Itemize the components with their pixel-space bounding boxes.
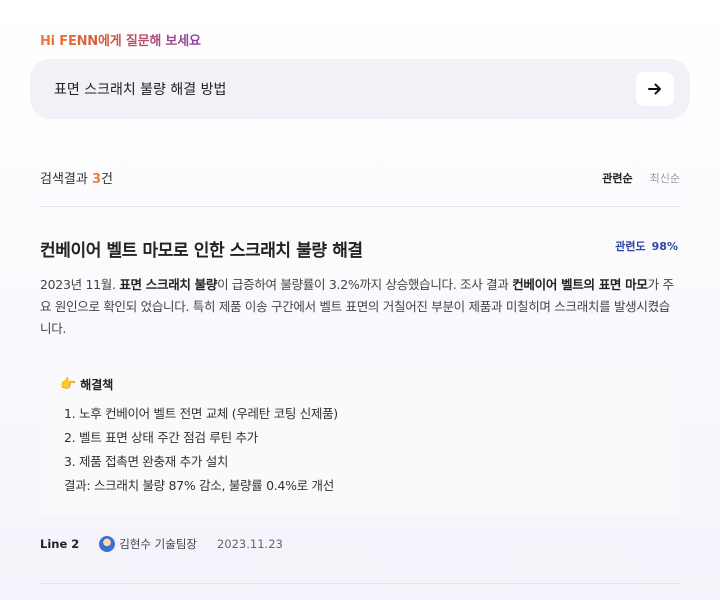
result-summary: 2023년 11월. 표면 스크래치 불량이 급증하여 불량률이 3.2%까지 … [40,274,680,340]
solution-box: 👉 해결책 1. 노후 컨베이어 벨트 전면 교체 (우레탄 코팅 신제품) 2… [40,356,680,516]
result-count: 검색결과 3건 [40,168,113,187]
solution-outcome: 결과: 스크래치 불량 87% 감소, 불량률 0.4%로 개선 [64,478,334,493]
avatar [99,536,116,552]
results-header: 검색결과 3건 관련순 최신순 [40,168,680,188]
result-count-number: 3 [91,172,102,187]
arrow-right-icon [648,83,661,95]
solution-step: 1. 노후 컨베이어 벨트 전면 교체 (우레탄 코팅 신제품) [64,406,338,421]
sort-latest-option[interactable]: 최신순 [650,170,680,186]
search-bar [30,59,690,119]
solution-step: 3. 제품 접촉면 완충재 추가 설치 [64,454,229,469]
solution-step: 2. 벨트 표면 상태 주간 점검 루틴 추가 [64,430,258,445]
divider [40,583,680,584]
sort-relevance-option[interactable]: 관련순 [602,170,632,186]
solution-heading: 👉 해결책 [60,376,660,393]
summary-highlight: 컨베이어 벨트의 표면 마모 [512,277,648,292]
result-count-unit: 건 [101,172,113,187]
pointing-hand-icon: 👉 [60,377,77,392]
post-date: 2023.11.23 [216,537,283,551]
line-tag: Line 2 [40,537,80,551]
solution-heading-label: 해결책 [80,378,114,392]
greeting-title: Hi FENN에게 질문해 보세요 [40,30,201,49]
result-title[interactable]: 컨베이어 벨트 마모로 인한 스크래치 불량 해결 [40,236,363,261]
solution-steps: 1. 노후 컨베이어 벨트 전면 교체 (우레탄 코팅 신제품) 2. 벨트 표… [60,402,660,474]
relevance-label: 관련도 [615,240,646,253]
relevance-value: 98% [651,240,678,253]
author-name: 김현수 기술팀장 [119,537,197,551]
relevance-score: 관련도 98% [615,238,678,254]
summary-highlight: 표면 스크래치 불량 [119,277,218,292]
summary-text: 2023년 11월. [40,277,120,292]
search-submit-button[interactable] [636,72,674,106]
result-meta: Line 2 김현수 기술팀장 2023.11.23 [40,536,283,552]
summary-text: 이 급증하여 불량률이 3.2%까지 상승했습니다. 조사 결과 [217,277,513,292]
divider [40,206,680,207]
result-count-label: 검색결과 [40,172,92,187]
sort-options: 관련순 최신순 [602,170,680,186]
search-input[interactable] [54,81,614,97]
